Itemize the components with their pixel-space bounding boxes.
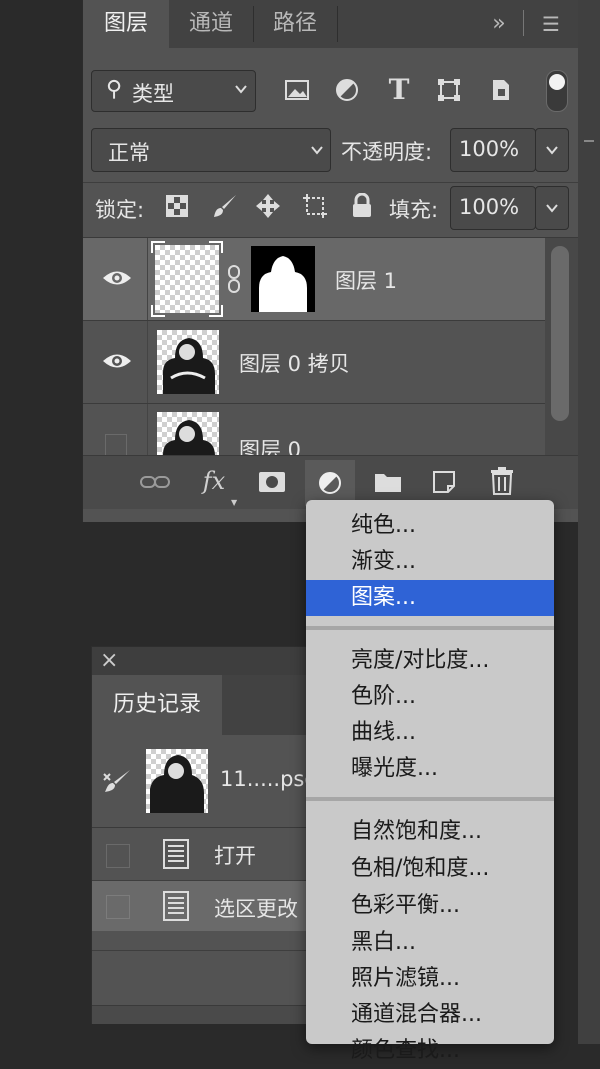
history-step-label: 选区更改 [214, 897, 298, 921]
layer-list: 图层 1 图层 0 拷贝 图层 0 [83, 238, 545, 455]
lock-all-icon[interactable] [349, 192, 375, 220]
fill-field[interactable]: 100% [450, 186, 536, 230]
lock-position-icon[interactable] [254, 192, 282, 220]
menu-item-exposure[interactable]: 曝光度... [306, 751, 554, 787]
history-step-checkbox[interactable] [106, 895, 130, 919]
layer-name[interactable]: 图层 0 [239, 434, 301, 455]
visibility-eye-icon[interactable] [101, 349, 133, 373]
menu-item-pattern[interactable]: 图案... [306, 580, 554, 616]
opacity-field[interactable]: 100% [450, 128, 536, 172]
chevron-down-icon [234, 81, 248, 100]
fill-dropdown[interactable] [535, 186, 569, 230]
menu-item-solid-color[interactable]: 纯色... [306, 508, 554, 544]
tab-paths[interactable]: 路径 [253, 0, 337, 48]
snapshot-name: 11.....psd [220, 767, 318, 791]
history-step-open[interactable]: 打开 [92, 828, 312, 881]
search-icon: ⚲ [106, 77, 123, 102]
filter-label: 类型 [132, 82, 174, 106]
history-tab-bar: 历史记录 [92, 675, 312, 735]
opacity-value: 100% [459, 137, 520, 161]
delete-trash-icon[interactable] [487, 466, 517, 496]
link-layers-icon[interactable] [139, 468, 171, 496]
menu-separator [306, 797, 554, 801]
lock-artboard-icon[interactable] [301, 192, 329, 220]
tab-layers[interactable]: 图层 [83, 0, 169, 48]
document-step-icon [160, 890, 192, 922]
blend-mode-select[interactable]: 正常 [91, 128, 331, 172]
adjustment-filter-icon[interactable] [333, 76, 361, 104]
menu-item-color-lookup[interactable]: 颜色查找... [306, 1033, 554, 1069]
layer-name[interactable]: 图层 1 [335, 265, 397, 295]
menu-item-channel-mixer[interactable]: 通道混合器... [306, 997, 554, 1033]
history-panel: × 历史记录 11.....psd 打开 选区更改 [91, 646, 318, 1024]
menu-item-vibrance[interactable]: 自然饱和度... [306, 814, 554, 850]
menu-item-hue-saturation[interactable]: 色相/饱和度... [306, 851, 554, 887]
fx-submenu-indicator: ▼ [231, 498, 238, 507]
lock-label: 锁定: [95, 198, 145, 222]
history-step-checkbox[interactable] [106, 844, 130, 868]
history-footer [92, 1005, 312, 1024]
add-mask-icon[interactable] [257, 468, 287, 496]
lock-image-pixels-icon[interactable] [211, 192, 239, 220]
layer-mask-thumbnail [251, 246, 315, 312]
menu-item-curves[interactable]: 曲线... [306, 715, 554, 751]
panel-expand-icon[interactable]: » [479, 0, 519, 48]
blend-mode-value: 正常 [108, 141, 150, 165]
history-snapshot-row[interactable]: 11.....psd [92, 735, 318, 828]
layer-name[interactable]: 图层 0 拷贝 [239, 348, 350, 378]
mask-link-icon[interactable] [225, 264, 243, 294]
tab-history[interactable]: 历史记录 [92, 675, 222, 735]
menu-item-black-white[interactable]: 黑白... [306, 925, 554, 961]
chevron-down-icon [310, 142, 324, 161]
type-filter-icon[interactable]: T [385, 73, 413, 106]
chevron-down-icon [545, 142, 559, 161]
shape-filter-icon[interactable] [435, 76, 463, 104]
opacity-dropdown[interactable] [535, 128, 569, 172]
history-brush-icon[interactable] [102, 767, 132, 795]
lock-transparent-pixels-icon[interactable] [165, 194, 189, 218]
fx-icon[interactable]: fx [199, 466, 229, 496]
new-group-folder-icon[interactable] [373, 468, 403, 496]
layer-thumbnail [157, 330, 219, 394]
menu-item-levels[interactable]: 色阶... [306, 679, 554, 715]
visibility-eye-icon[interactable] [101, 266, 133, 290]
chevron-down-icon [545, 200, 559, 219]
close-icon[interactable]: × [100, 648, 118, 673]
right-dock-strip [578, 0, 600, 1044]
pixel-filter-icon[interactable] [283, 76, 311, 104]
layer-row-layer-1[interactable]: 图层 1 [83, 238, 545, 321]
menu-item-gradient[interactable]: 渐变... [306, 544, 554, 580]
snapshot-thumbnail [146, 749, 208, 813]
layer-list-scrollbar[interactable] [545, 238, 578, 455]
new-layer-icon[interactable] [429, 468, 459, 496]
layers-tab-bar: 图层 通道 路径 » ☰ [83, 0, 578, 48]
layers-panel: 图层 通道 路径 » ☰ ⚲ 类型 T 正常 不透明度: 100% 锁定: 填充… [82, 0, 578, 522]
menu-item-brightness-contrast[interactable]: 亮度/对比度... [306, 643, 554, 679]
smart-object-filter-icon[interactable] [487, 76, 515, 104]
fill-label: 填充: [389, 198, 439, 222]
adjustment-layer-menu: 纯色... 渐变... 图案... 亮度/对比度... 色阶... 曲线... … [306, 500, 554, 1063]
history-step-label: 打开 [214, 844, 256, 868]
history-step-selection-change[interactable]: 选区更改 [92, 881, 312, 931]
layer-row-layer-0-copy[interactable]: 图层 0 拷贝 [83, 321, 545, 404]
filter-toggle[interactable] [546, 70, 568, 112]
fill-value: 100% [459, 195, 520, 219]
layer-selection-brackets [151, 241, 223, 317]
visibility-toggle-hidden[interactable] [105, 434, 127, 455]
history-panel-header: × [92, 647, 312, 675]
layer-row-layer-0[interactable]: 图层 0 [83, 404, 545, 455]
layer-filter-select[interactable]: ⚲ 类型 [91, 70, 256, 112]
tab-channels[interactable]: 通道 [169, 0, 253, 48]
layer-thumbnail [157, 412, 219, 455]
opacity-label: 不透明度: [341, 140, 433, 164]
menu-item-photo-filter[interactable]: 照片滤镜... [306, 961, 554, 997]
document-step-icon [160, 838, 192, 870]
menu-item-color-balance[interactable]: 色彩平衡... [306, 888, 554, 924]
panel-menu-icon[interactable]: ☰ [533, 0, 569, 48]
menu-separator [306, 626, 554, 630]
